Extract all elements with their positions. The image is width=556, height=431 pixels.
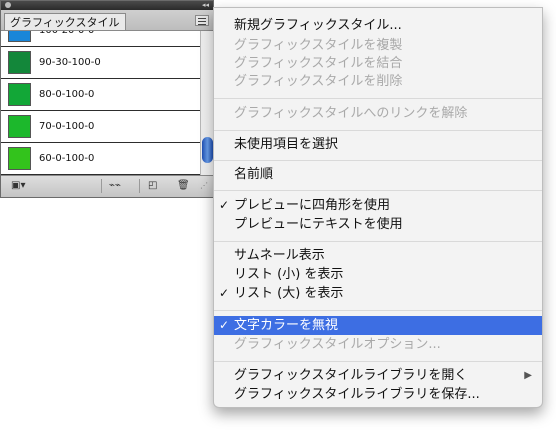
menu-item-break-link: グラフィックスタイルへのリンクを解除 [214, 104, 542, 123]
menu-item-label: 名前順 [234, 167, 274, 182]
graphic-styles-panel: ◂◂ グラフィックスタイル 100-20-0-0 90-30-100-0 80-… [0, 0, 214, 198]
menu-item-new-graphic-style[interactable]: 新規グラフィックスタイル... [214, 16, 542, 35]
checkmark-icon: ✓ [219, 198, 230, 212]
menu-item-label: グラフィックスタイルオプション... [234, 337, 441, 352]
style-swatch [8, 83, 31, 106]
menu-item-label: リスト (大) を表示 [234, 286, 344, 301]
divider [139, 179, 140, 193]
menu-item-merge-styles: グラフィックスタイルを結合 [214, 54, 542, 73]
style-swatch [8, 115, 31, 138]
break-link-icon[interactable]: ⌁⌁ [109, 180, 121, 192]
trash-icon[interactable]: 🗑 [177, 180, 190, 192]
menu-item-label: グラフィックスタイルを削除 [234, 74, 403, 89]
menu-item-small-list-view[interactable]: リスト (小) を表示 [214, 265, 542, 284]
close-icon[interactable] [5, 2, 11, 8]
menu-item-sort-by-name[interactable]: 名前順 [214, 165, 542, 184]
list-item[interactable]: 90-30-100-0 [1, 47, 200, 79]
menu-item-label: リスト (小) を表示 [234, 267, 344, 282]
list-item[interactable]: 80-0-100-0 [1, 79, 200, 111]
panel-bottom-toolbar: ▣▾ ⌁⌁ ◰ 🗑 ⋰ [1, 175, 213, 197]
style-label: 80-0-100-0 [39, 89, 95, 100]
menu-item-label: 新規グラフィックスタイル... [234, 18, 402, 33]
menu-item-preview-text[interactable]: プレビューにテキストを使用 [214, 215, 542, 234]
style-label: 60-0-100-0 [39, 153, 95, 164]
menu-item-delete-style: グラフィックスタイルを削除 [214, 72, 542, 91]
menu-item-override-character-color[interactable]: ✓ 文字カラーを無視 [214, 316, 542, 335]
scrollbar-thumb[interactable] [202, 137, 213, 163]
style-libraries-menu-icon[interactable]: ▣▾ [11, 180, 25, 192]
checkmark-icon: ✓ [219, 318, 230, 332]
tab-graphic-styles[interactable]: グラフィックスタイル [4, 13, 126, 30]
list-item[interactable]: 70-0-100-0 [1, 111, 200, 143]
menu-separator [214, 130, 542, 131]
menu-item-large-list-view[interactable]: ✓ リスト (大) を表示 [214, 284, 542, 303]
resize-grip-icon[interactable]: ⋰ [200, 180, 208, 192]
menu-item-label: 文字カラーを無視 [234, 318, 339, 333]
style-swatch [8, 147, 31, 170]
menu-item-label: グラフィックスタイルライブラリを保存... [234, 387, 480, 402]
menu-item-label: サムネール表示 [234, 248, 325, 263]
menu-item-preview-square[interactable]: ✓ プレビューに四角形を使用 [214, 196, 542, 215]
menu-item-label: グラフィックスタイルを結合 [234, 56, 403, 71]
menu-item-label: グラフィックスタイルを複製 [234, 38, 403, 53]
menu-item-save-style-library[interactable]: グラフィックスタイルライブラリを保存... [214, 385, 542, 404]
panel-tabbar: グラフィックスタイル [1, 10, 213, 31]
menu-item-open-style-library[interactable]: グラフィックスタイルライブラリを開く ▶ [214, 366, 542, 385]
menu-item-select-unused[interactable]: 未使用項目を選択 [214, 135, 542, 154]
style-label: 100-20-0-0 [39, 31, 94, 47]
submenu-arrow-icon: ▶ [524, 370, 532, 381]
menu-item-label: グラフィックスタイルライブラリを開く [234, 368, 468, 383]
menu-item-label: グラフィックスタイルへのリンクを解除 [234, 106, 468, 121]
collapse-icon[interactable]: ◂◂ [202, 1, 209, 10]
menu-item-label: 未使用項目を選択 [234, 137, 339, 152]
menu-separator [214, 160, 542, 161]
menu-item-label: プレビューにテキストを使用 [234, 217, 403, 232]
divider [101, 179, 102, 193]
list-item[interactable]: 60-0-100-0 [1, 143, 200, 175]
style-label: 90-30-100-0 [39, 57, 101, 68]
menu-separator [214, 241, 542, 242]
menu-separator [214, 190, 542, 191]
menu-separator [214, 310, 542, 311]
menu-separator [214, 98, 542, 99]
panel-titlebar[interactable]: ◂◂ [1, 1, 213, 10]
panel-menu-icon[interactable] [195, 15, 209, 26]
style-list: 100-20-0-0 90-30-100-0 80-0-100-0 70-0-1… [1, 31, 200, 176]
checkmark-icon: ✓ [219, 286, 230, 300]
style-label: 70-0-100-0 [39, 121, 95, 132]
style-swatch [8, 51, 31, 74]
menu-item-duplicate-style: グラフィックスタイルを複製 [214, 36, 542, 55]
menu-item-label: プレビューに四角形を使用 [234, 198, 391, 213]
list-item[interactable]: 100-20-0-0 [1, 31, 200, 47]
vertical-scrollbar[interactable] [200, 31, 214, 176]
menu-item-style-options: グラフィックスタイルオプション... [214, 335, 542, 354]
panel-flyout-menu: 新規グラフィックスタイル... グラフィックスタイルを複製 グラフィックスタイル… [213, 7, 543, 408]
style-swatch [8, 31, 31, 42]
menu-separator [214, 361, 542, 362]
new-style-icon[interactable]: ◰ [148, 180, 157, 192]
menu-item-thumbnail-view[interactable]: サムネール表示 [214, 246, 542, 265]
